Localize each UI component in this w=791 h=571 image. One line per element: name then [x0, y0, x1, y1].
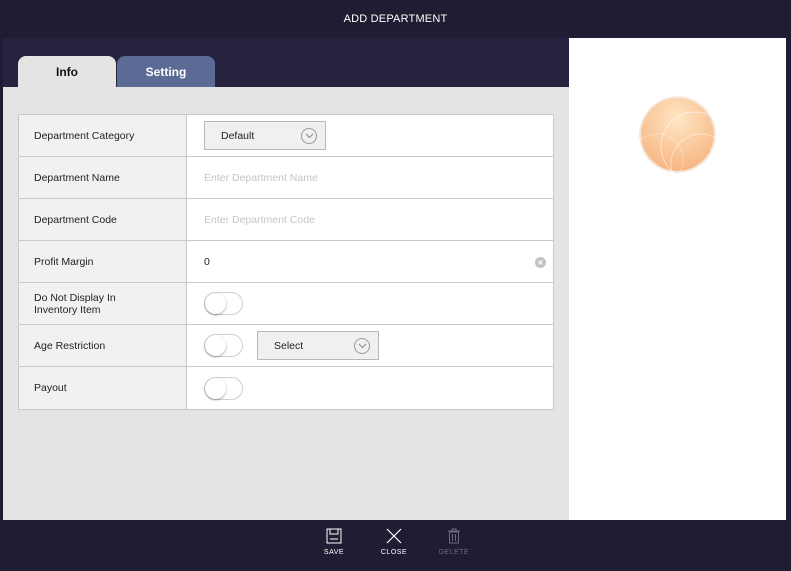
form-row-payout: Payout [19, 367, 553, 409]
age-restriction-select-value: Select [274, 339, 304, 352]
tab-info-label: Info [56, 64, 78, 79]
department-category-value: Default [221, 129, 255, 142]
department-code-label: Department Code [19, 199, 187, 240]
form-panel: Info Setting Department Category Default… [3, 38, 569, 520]
do-not-display-field [187, 283, 553, 324]
payout-toggle[interactable] [204, 376, 243, 400]
department-form: Department Category Default Department N… [18, 114, 554, 410]
do-not-display-toggle[interactable] [204, 292, 243, 315]
department-name-input[interactable] [204, 171, 524, 184]
tab-setting[interactable]: Setting [117, 56, 215, 87]
save-label: SAVE [323, 549, 345, 556]
toggle-knob [205, 335, 226, 356]
tab-bar: Info Setting [3, 38, 569, 87]
avatar-placeholder-icon [639, 96, 716, 173]
x-icon [386, 528, 402, 544]
age-restriction-label: Age Restriction [19, 325, 187, 366]
form-row-department-name: Department Name [19, 157, 553, 199]
tab-setting-label: Setting [145, 64, 187, 79]
department-image-avatar[interactable] [639, 96, 716, 173]
form-row-age-restriction: Age Restriction Select [19, 325, 553, 367]
action-bar: SAVE CLOSE DELETE [0, 520, 791, 571]
form-row-do-not-display: Do Not Display In Inventory Item [19, 283, 553, 325]
profit-margin-field [187, 241, 553, 282]
department-category-label: Department Category [19, 115, 187, 156]
title-bar: ADD DEPARTMENT [0, 0, 791, 38]
delete-button[interactable]: DELETE [434, 528, 474, 566]
trash-icon [448, 528, 460, 544]
department-category-dropdown[interactable]: Default [204, 121, 326, 150]
department-code-input[interactable] [204, 213, 524, 226]
toggle-knob [205, 293, 226, 314]
do-not-display-label-line2: Inventory Item [34, 303, 101, 316]
save-button[interactable]: SAVE [314, 528, 354, 566]
payout-label: Payout [19, 367, 187, 409]
do-not-display-label-line1: Do Not Display In [34, 291, 116, 304]
payout-field [187, 367, 553, 409]
form-row-department-code: Department Code [19, 199, 553, 241]
profit-margin-input[interactable] [204, 255, 524, 268]
tab-info[interactable]: Info [18, 56, 116, 87]
toggle-knob [205, 377, 226, 399]
close-button[interactable]: CLOSE [374, 528, 414, 566]
image-panel [569, 38, 786, 520]
clear-icon[interactable] [535, 257, 546, 268]
profit-margin-label: Profit Margin [19, 241, 187, 282]
close-label: CLOSE [380, 549, 408, 556]
age-restriction-field: Select [187, 325, 553, 366]
delete-label: DELETE [438, 549, 470, 556]
department-name-field [187, 157, 553, 198]
chevron-down-icon [301, 128, 317, 144]
do-not-display-label: Do Not Display In Inventory Item [19, 283, 187, 324]
department-category-field: Default [187, 115, 553, 156]
age-restriction-toggle[interactable] [204, 334, 243, 357]
department-code-field [187, 199, 553, 240]
page-title: ADD DEPARTMENT [343, 13, 448, 25]
department-name-label: Department Name [19, 157, 187, 198]
floppy-disk-icon [326, 528, 342, 544]
age-restriction-dropdown[interactable]: Select [257, 331, 379, 360]
form-row-department-category: Department Category Default [19, 115, 553, 157]
chevron-down-icon [354, 338, 370, 354]
form-row-profit-margin: Profit Margin [19, 241, 553, 283]
